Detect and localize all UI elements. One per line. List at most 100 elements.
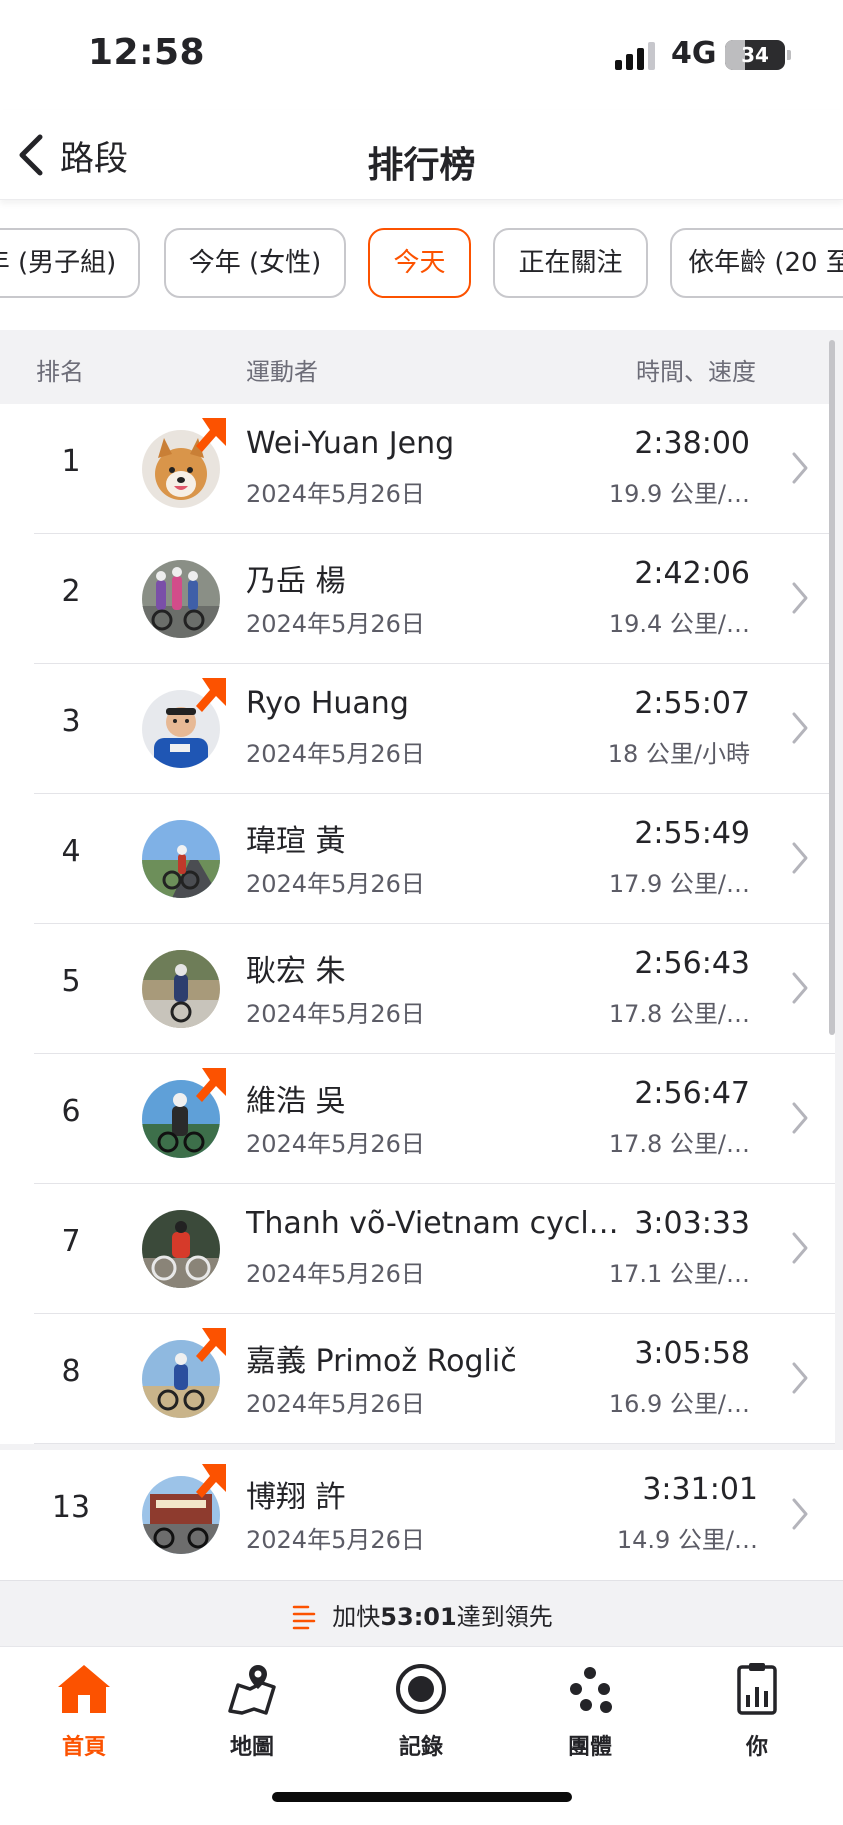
activity-date: 2024年5月26日 <box>246 1130 425 1158</box>
average-speed: 19.4 公里/… <box>608 610 750 638</box>
average-speed: 17.8 公里/… <box>608 1000 750 1028</box>
elapsed-time: 2:55:49 <box>634 816 750 851</box>
pace-to-lead-text: 加快53:01達到領先 <box>0 1597 843 1633</box>
athlete-name: 乃岳 楊 <box>246 564 346 599</box>
chevron-right-icon <box>792 842 808 874</box>
pace-amount: 53:01 <box>380 1603 457 1631</box>
tab-record[interactable]: 記錄 <box>361 1661 481 1771</box>
pace-prefix: 加快 <box>332 1603 381 1631</box>
elapsed-time: 2:42:06 <box>634 556 750 591</box>
leaderboard-row[interactable]: 1 Wei-Yuan Jeng 2024年5月26日 2:38:00 19.9 … <box>0 404 835 534</box>
leaderboard-row[interactable]: 2 乃岳 楊 2024年5月26日 2:42:06 19.4 公里/… <box>0 534 835 664</box>
battery-icon: 34 <box>725 40 785 70</box>
activity-date: 2024年5月26日 <box>246 1526 425 1554</box>
activity-date: 2024年5月26日 <box>246 870 425 898</box>
filter-chip-this-year-men[interactable]: 年 (男子組) <box>0 228 140 298</box>
activity-date: 2024年5月26日 <box>246 740 425 768</box>
column-athlete: 運動者 <box>246 358 318 386</box>
leaderboard-row[interactable]: 8 嘉義 Primož Roglič 2024年5月26日 3:05:58 16… <box>0 1314 835 1444</box>
athlete-name: Thanh võ-Vietnam cyclin... <box>246 1206 626 1241</box>
leaderboard-row[interactable]: 6 維浩 吳 2024年5月26日 2:56:47 17.8 公里/… <box>0 1054 835 1184</box>
profile-icon <box>737 1663 777 1715</box>
athlete-name: 維浩 吳 <box>246 1084 346 1119</box>
average-speed: 16.9 公里/… <box>608 1390 750 1418</box>
pace-suffix: 達到領先 <box>456 1603 553 1631</box>
filter-chips: 年 (男子組) 今年 (女性) 今天 正在關注 依年齡 (20 至 <box>0 228 843 300</box>
elapsed-time: 3:31:01 <box>642 1472 758 1507</box>
activity-date: 2024年5月26日 <box>246 480 425 508</box>
filter-chip-following[interactable]: 正在關注 <box>493 228 648 298</box>
subscriber-badge-icon <box>196 1068 226 1102</box>
row-divider <box>34 1443 835 1444</box>
my-leaderboard-row[interactable]: 13 博翔 許 2024年5月26日 3:31:01 14.9 公里/… <box>0 1450 843 1580</box>
pace-lines-icon <box>293 1605 316 1630</box>
row-rank: 13 <box>51 1490 91 1525</box>
athlete-name: 博翔 許 <box>246 1480 346 1515</box>
leaderboard-row[interactable]: 5 耿宏 朱 2024年5月26日 2:56:43 17.8 公里/… <box>0 924 835 1054</box>
athlete-name: Wei-Yuan Jeng <box>246 426 455 461</box>
chevron-right-icon <box>792 1232 808 1264</box>
battery-percent: 34 <box>741 43 769 67</box>
tab-home-label: 首頁 <box>61 1735 106 1760</box>
tab-groups[interactable]: 團體 <box>530 1661 650 1771</box>
activity-date: 2024年5月26日 <box>246 1260 425 1288</box>
elapsed-time: 3:03:33 <box>634 1206 750 1241</box>
average-speed: 17.9 公里/… <box>608 870 750 898</box>
record-icon <box>396 1664 446 1714</box>
scrollbar[interactable] <box>829 340 835 1035</box>
leaderboard-rows: 1 Wei-Yuan Jeng 2024年5月26日 2:38:00 19.9 … <box>0 404 835 1444</box>
chevron-right-icon <box>792 1498 808 1530</box>
row-rank: 2 <box>61 574 81 609</box>
network-type: 4G <box>671 36 717 71</box>
average-speed: 17.1 公里/… <box>608 1260 750 1288</box>
elapsed-time: 3:05:58 <box>634 1336 750 1371</box>
athlete-name: 耿宏 朱 <box>246 954 346 989</box>
subscriber-badge-icon <box>196 418 226 452</box>
activity-date: 2024年5月26日 <box>246 1000 425 1028</box>
average-speed: 19.9 公里/… <box>608 480 750 508</box>
tab-you[interactable]: 你 <box>697 1661 817 1771</box>
elapsed-time: 2:55:07 <box>634 686 750 721</box>
average-speed: 18 公里/小時 <box>607 740 750 768</box>
leaderboard-row[interactable]: 7 Thanh võ-Vietnam cyclin... 2024年5月26日 … <box>0 1184 835 1314</box>
tab-record-label: 記錄 <box>398 1735 443 1760</box>
column-headers: 排名 運動者 時間、速度 <box>0 330 843 404</box>
subscriber-badge-icon <box>196 1464 226 1498</box>
avatar <box>142 1210 220 1288</box>
row-rank: 1 <box>61 444 81 479</box>
elapsed-time: 2:38:00 <box>634 426 750 461</box>
average-speed: 17.8 公里/… <box>608 1130 750 1158</box>
row-rank: 6 <box>61 1094 81 1129</box>
subscriber-badge-icon <box>196 678 226 712</box>
leaderboard: 排名 運動者 時間、速度 1 Wei-Yuan Jeng 2024年5月26日 … <box>0 330 843 1580</box>
athlete-name: Ryo Huang <box>246 686 409 721</box>
row-rank: 3 <box>61 704 81 739</box>
avatar <box>142 820 220 898</box>
filter-chip-today[interactable]: 今天 <box>368 228 471 298</box>
row-rank: 7 <box>61 1224 81 1259</box>
column-time-speed: 時間、速度 <box>636 358 756 386</box>
chevron-right-icon <box>792 1102 808 1134</box>
cellular-signal-icon <box>615 42 655 70</box>
filter-chip-this-year-women[interactable]: 今年 (女性) <box>164 228 346 298</box>
average-speed: 14.9 公里/… <box>616 1526 758 1554</box>
leaderboard-row[interactable]: 3 Ryo Huang 2024年5月26日 2:55:07 18 公里/小時 <box>0 664 835 794</box>
filter-chip-by-age[interactable]: 依年齡 (20 至 <box>670 228 843 298</box>
elapsed-time: 2:56:43 <box>634 946 750 981</box>
tab-maps[interactable]: 地圖 <box>192 1661 312 1771</box>
subscriber-badge-icon <box>196 1328 226 1362</box>
chevron-right-icon <box>792 452 808 484</box>
groups-icon <box>570 1667 612 1713</box>
home-indicator[interactable] <box>272 1792 572 1802</box>
avatar <box>142 950 220 1028</box>
tab-groups-label: 團體 <box>567 1735 612 1760</box>
chevron-right-icon <box>792 582 808 614</box>
navigation-bar: 路段 排行榜 <box>0 110 843 200</box>
elapsed-time: 2:56:47 <box>634 1076 750 1111</box>
leaderboard-row[interactable]: 4 瑋瑄 黃 2024年5月26日 2:55:49 17.9 公里/… <box>0 794 835 924</box>
tab-home[interactable]: 首頁 <box>24 1661 144 1771</box>
battery-tip <box>787 50 791 60</box>
activity-date: 2024年5月26日 <box>246 610 425 638</box>
status-time: 12:58 <box>88 32 206 73</box>
pace-to-lead-bar: 加快53:01達到領先 <box>0 1580 843 1646</box>
